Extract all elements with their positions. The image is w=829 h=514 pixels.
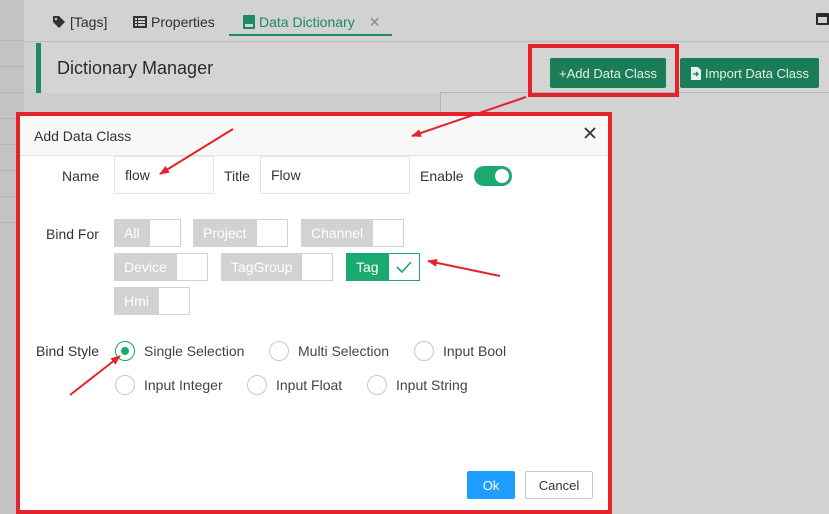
arrow-to-dialog-title bbox=[411, 96, 527, 137]
arrow-to-name-input bbox=[159, 128, 234, 175]
arrow-to-single-selection bbox=[69, 355, 121, 396]
annotation-arrows bbox=[69, 96, 527, 396]
arrow-to-tag-checkbox bbox=[427, 258, 501, 277]
